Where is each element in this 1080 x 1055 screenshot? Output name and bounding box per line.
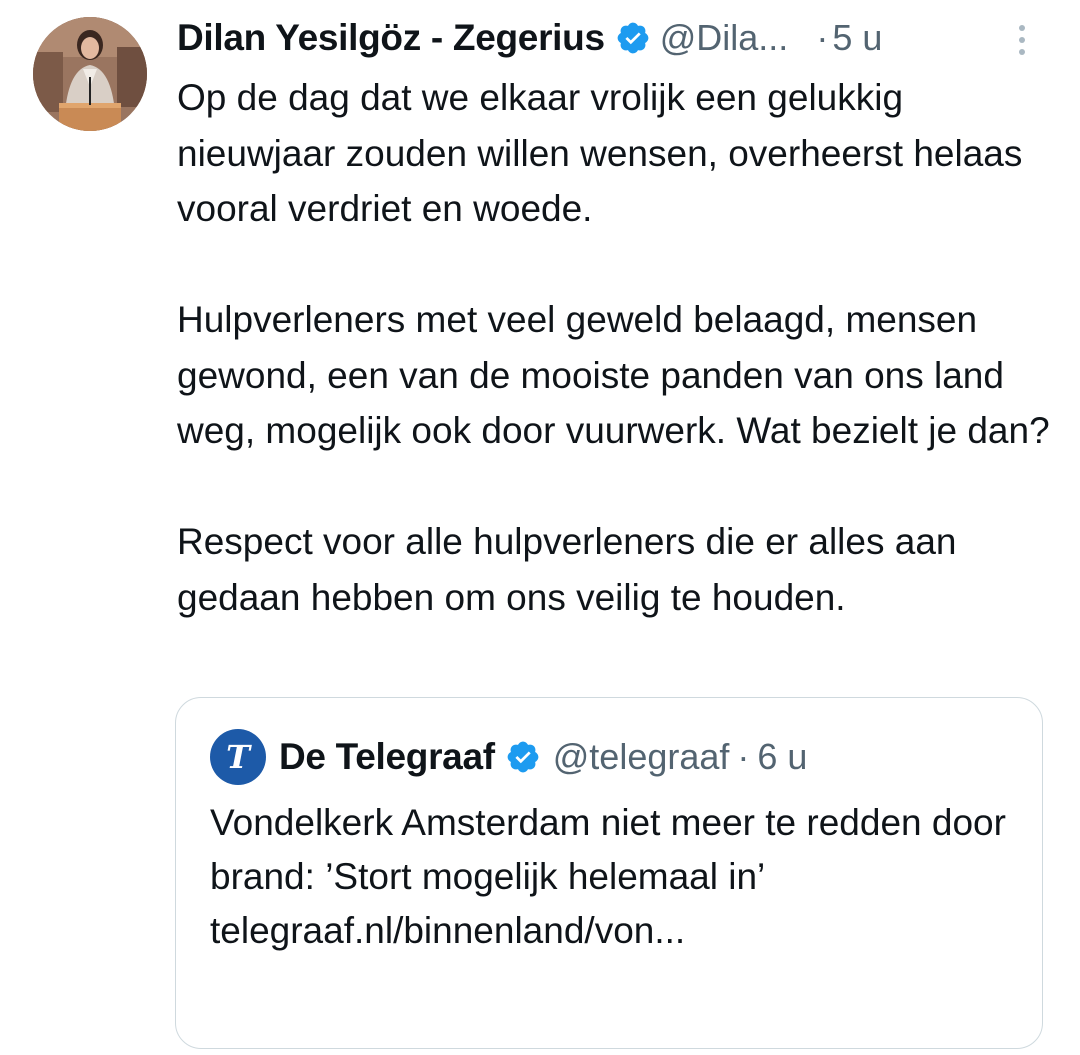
telegraaf-logo-avatar[interactable]: T	[210, 729, 266, 785]
quoted-author-name[interactable]: De Telegraaf	[279, 736, 495, 778]
quoted-tweet-card[interactable]: T De Telegraaf @telegraaf · 6 u Vondelke…	[175, 697, 1043, 1049]
tweet-paragraph: Op de dag dat we elkaar vrolijk een gelu…	[177, 77, 1023, 229]
tweet-text: Op de dag dat we elkaar vrolijk een gelu…	[177, 70, 1057, 625]
more-vertical-icon[interactable]	[1012, 20, 1032, 60]
author-avatar[interactable]	[33, 17, 147, 131]
header-separator: ·	[816, 17, 829, 58]
quoted-tweet-timestamp[interactable]: 6 u	[757, 736, 807, 778]
author-photo	[33, 17, 147, 131]
author-name[interactable]: Dilan Yesilgöz - Zegerius	[177, 17, 605, 59]
quoted-header-separator: ·	[737, 736, 750, 777]
tweet-header: Dilan Yesilgöz - Zegerius @Dila... · 5 u	[177, 14, 882, 62]
verified-badge-icon	[615, 20, 651, 56]
tweet-paragraph: Respect voor alle hulpverleners die er a…	[177, 521, 957, 618]
quoted-tweet-text: Vondelkerk Amsterdam niet meer te redden…	[210, 802, 1006, 951]
tweet[interactable]: Dilan Yesilgöz - Zegerius @Dila... · 5 u…	[0, 0, 1080, 1055]
tweet-paragraph: Hulpverleners met veel geweld belaagd, m…	[177, 299, 1050, 451]
verified-badge-icon	[505, 739, 541, 775]
quoted-author-handle[interactable]: @telegraaf	[553, 736, 730, 778]
author-handle[interactable]: @Dila...	[660, 17, 789, 59]
quoted-tweet-header: T De Telegraaf @telegraaf · 6 u	[210, 729, 807, 785]
tweet-timestamp[interactable]: 5 u	[832, 17, 882, 59]
